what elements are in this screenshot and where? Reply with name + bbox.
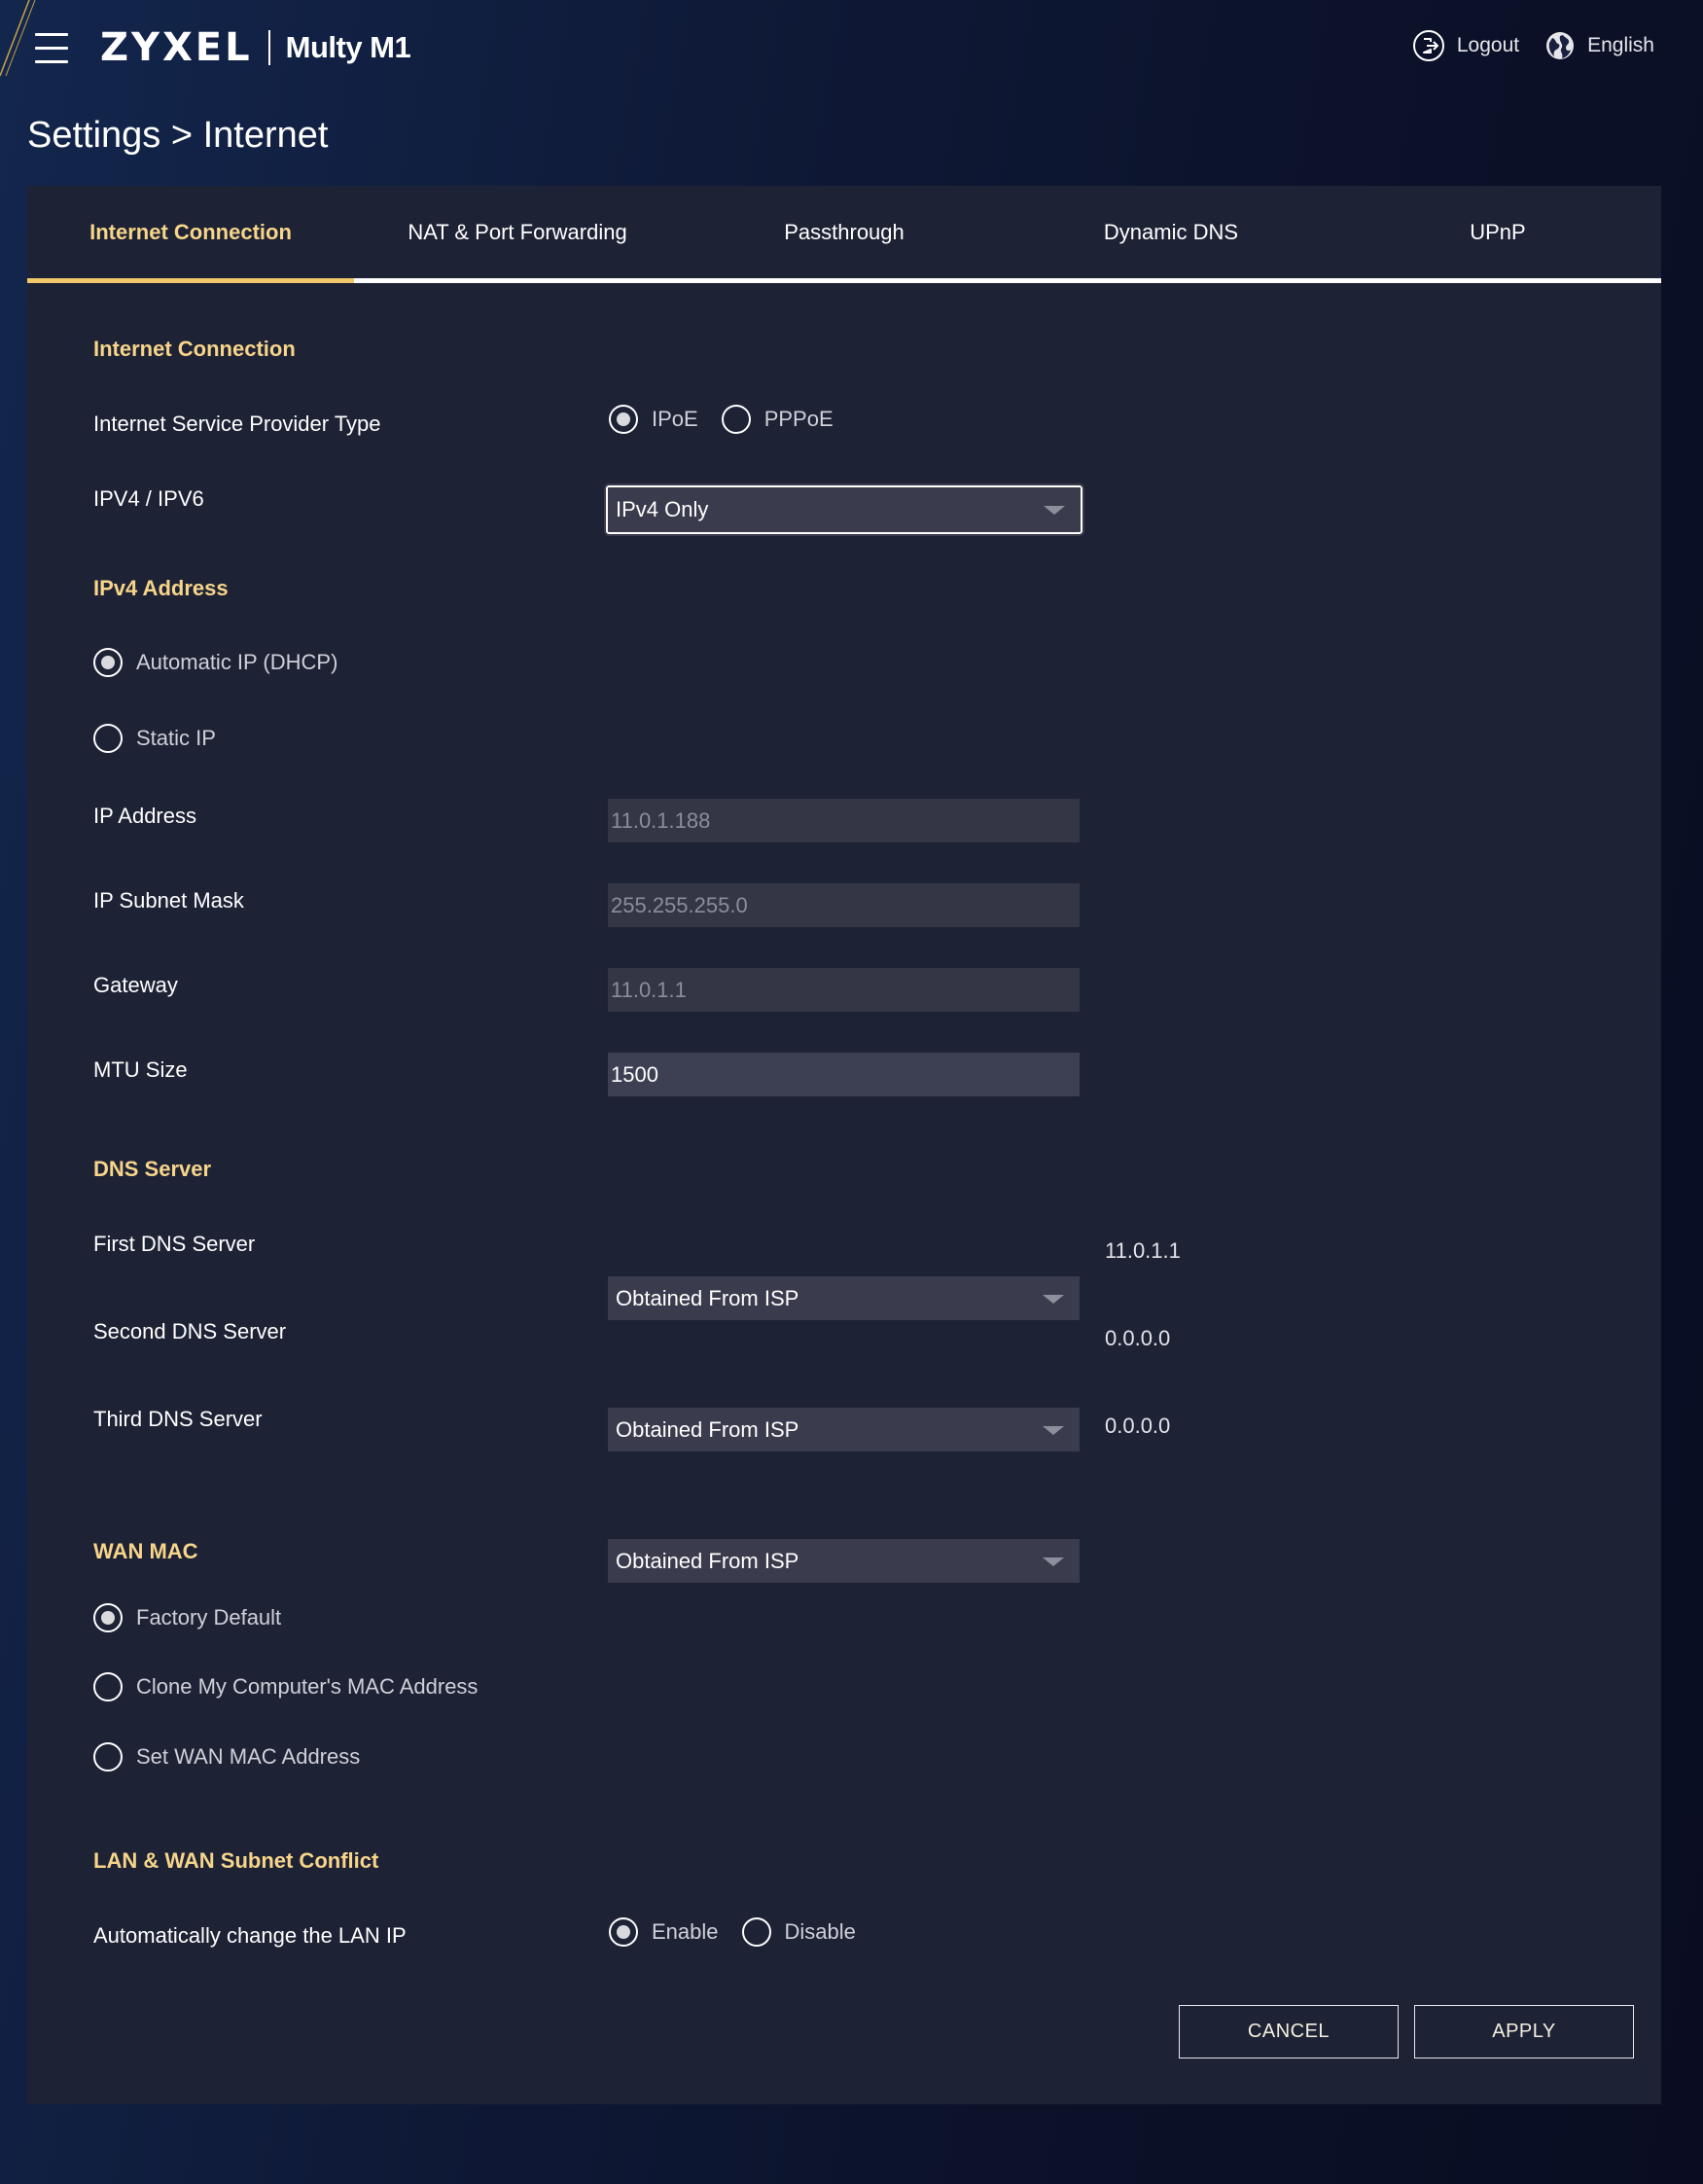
radio-enable-circle[interactable] (609, 1917, 638, 1947)
brand-logo: ZYXEL (100, 25, 253, 70)
isp-type-radio-group: IPoE PPPoE (609, 405, 834, 434)
model-name: Multy M1 (285, 30, 411, 64)
radio-set-wan-mac-label: Set WAN MAC Address (136, 1744, 361, 1769)
tab-nat-port-forwarding[interactable]: NAT & Port Forwarding (354, 186, 681, 278)
radio-disable-label: Disable (784, 1919, 856, 1944)
third-dns-value: 0.0.0.0 (1105, 1414, 1171, 1438)
radio-clone-mac-label: Clone My Computer's MAC Address (136, 1674, 479, 1699)
isp-type-label: Internet Service Provider Type (93, 412, 381, 436)
radio-ipoe[interactable]: IPoE (609, 405, 698, 434)
section-title-subnet-conflict: LAN & WAN Subnet Conflict (93, 1848, 379, 1873)
radio-factory-default[interactable]: Factory Default (93, 1603, 281, 1632)
gateway-input (608, 968, 1080, 1012)
cancel-button[interactable]: CANCEL (1179, 2005, 1399, 2059)
radio-clone-mac-circle[interactable] (93, 1672, 123, 1701)
third-dns-select[interactable]: Obtained From ISP (608, 1539, 1080, 1583)
radio-ipoe-label: IPoE (652, 407, 698, 431)
logout-icon (1412, 30, 1444, 61)
radio-disable-circle[interactable] (741, 1917, 771, 1947)
first-dns-mode: Obtained From ISP (616, 1285, 799, 1310)
mtu-size-input[interactable] (608, 1053, 1080, 1096)
section-title-ipv4: IPv4 Address (93, 576, 229, 600)
ip-address-label: IP Address (93, 804, 196, 828)
subnet-mask-input (608, 883, 1080, 927)
mtu-size-label: MTU Size (93, 1057, 188, 1082)
ip-address-input (608, 799, 1080, 842)
first-dns-label: First DNS Server (93, 1232, 256, 1256)
radio-static-ip-circle[interactable] (93, 724, 123, 753)
section-title-dns: DNS Server (93, 1157, 212, 1181)
radio-pppoe-circle[interactable] (721, 405, 751, 434)
second-dns-label: Second DNS Server (93, 1319, 287, 1343)
radio-disable[interactable]: Disable (741, 1917, 856, 1947)
chevron-down-icon (1043, 1557, 1064, 1566)
section-title-wan-mac: WAN MAC (93, 1539, 198, 1563)
second-dns-select[interactable]: Obtained From ISP (608, 1408, 1080, 1451)
tab-passthrough[interactable]: Passthrough (681, 186, 1008, 278)
tab-bar: Internet Connection NAT & Port Forwardin… (27, 186, 1661, 283)
tab-internet-connection[interactable]: Internet Connection (27, 186, 354, 283)
logout-label: Logout (1456, 34, 1520, 56)
radio-ipoe-circle[interactable] (609, 405, 638, 434)
ip-version-value: IPv4 Only (616, 497, 709, 521)
radio-automatic-ip-label: Automatic IP (DHCP) (136, 650, 338, 674)
settings-panel: Internet Connection NAT & Port Forwardin… (27, 186, 1661, 2104)
radio-pppoe[interactable]: PPPoE (721, 405, 834, 434)
language-label: English (1587, 34, 1654, 56)
ip-version-select[interactable]: IPv4 Only (604, 483, 1084, 536)
form-content: Internet Connection Internet Service Pro… (93, 288, 1661, 2059)
third-dns-label: Third DNS Server (93, 1407, 263, 1431)
ip-version-label: IPV4 / IPV6 (93, 486, 204, 511)
chevron-down-icon (1043, 1294, 1064, 1304)
radio-set-wan-mac-circle[interactable] (93, 1742, 123, 1772)
brand: ZYXEL Multy M1 (100, 23, 411, 72)
radio-static-ip-label: Static IP (136, 726, 216, 750)
radio-pppoe-label: PPPoE (763, 407, 834, 431)
radio-clone-mac[interactable]: Clone My Computer's MAC Address (93, 1672, 478, 1701)
brand-divider (267, 30, 270, 65)
section-title-internet-connection: Internet Connection (93, 337, 296, 361)
radio-set-wan-mac[interactable]: Set WAN MAC Address (93, 1742, 360, 1772)
subnet-mask-label: IP Subnet Mask (93, 888, 244, 913)
logout-button[interactable]: Logout (1412, 29, 1519, 62)
chevron-down-icon (1044, 506, 1065, 515)
second-dns-value: 0.0.0.0 (1105, 1326, 1171, 1350)
tab-upnp[interactable]: UPnP (1334, 186, 1661, 278)
language-selector[interactable]: English (1544, 30, 1654, 61)
first-dns-select[interactable]: Obtained From ISP (608, 1276, 1080, 1320)
radio-factory-default-label: Factory Default (136, 1605, 282, 1629)
radio-enable-label: Enable (652, 1919, 719, 1944)
first-dns-value: 11.0.1.1 (1105, 1238, 1181, 1263)
third-dns-mode: Obtained From ISP (616, 1548, 799, 1573)
radio-automatic-ip[interactable]: Automatic IP (DHCP) (93, 648, 337, 677)
radio-static-ip[interactable]: Static IP (93, 724, 216, 753)
auto-change-lan-ip-label: Automatically change the LAN IP (93, 1923, 407, 1948)
tab-dynamic-dns[interactable]: Dynamic DNS (1008, 186, 1334, 278)
top-actions: Logout English (1412, 29, 1654, 62)
second-dns-mode: Obtained From ISP (616, 1416, 799, 1442)
chevron-down-icon (1043, 1425, 1064, 1435)
page-title: Settings > Internet (27, 115, 329, 156)
gateway-label: Gateway (93, 973, 178, 997)
globe-icon (1546, 32, 1575, 59)
radio-enable[interactable]: Enable (609, 1917, 719, 1947)
menu-icon[interactable] (35, 33, 68, 64)
top-bar: ZYXEL Multy M1 Logout English (0, 0, 1703, 97)
radio-automatic-ip-circle[interactable] (93, 648, 123, 677)
radio-factory-default-circle[interactable] (93, 1603, 123, 1632)
apply-button[interactable]: APPLY (1414, 2005, 1634, 2059)
auto-change-radio-group: Enable Disable (609, 1917, 856, 1947)
